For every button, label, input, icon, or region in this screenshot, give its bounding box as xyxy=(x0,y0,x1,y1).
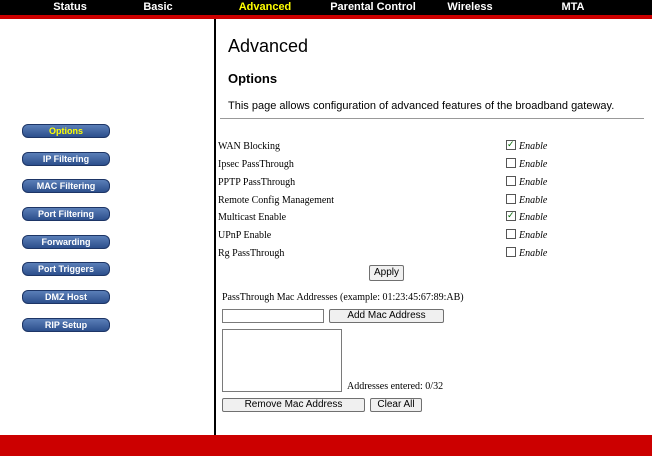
footer-red-stripe xyxy=(0,435,652,456)
option-upnp: Enable xyxy=(506,229,547,243)
sidebar-item-mac-filtering[interactable]: MAC Filtering xyxy=(22,179,110,193)
ipsec-passthrough-checkbox[interactable] xyxy=(506,158,516,168)
wan-blocking-checkbox[interactable] xyxy=(506,138,516,152)
passthrough-mac-label: PassThrough Mac Addresses (example: 01:2… xyxy=(222,292,464,303)
rg-passthrough-checkbox[interactable] xyxy=(506,247,516,257)
option-rg-passthrough: Enable xyxy=(506,247,547,261)
sidebar-item-rip-setup[interactable]: RIP Setup xyxy=(22,318,110,332)
option-remote-config: Enable xyxy=(506,194,547,208)
sidebar-item-port-filtering[interactable]: Port Filtering xyxy=(22,207,110,221)
section-title: Options xyxy=(228,71,278,86)
mac-address-list[interactable] xyxy=(222,329,342,392)
enable-label: Enable xyxy=(519,248,548,259)
option-label-wan-blocking: WAN Blocking xyxy=(218,141,280,152)
sidebar-item-forwarding[interactable]: Forwarding xyxy=(22,235,110,249)
vertical-divider xyxy=(214,19,216,435)
enable-label: Enable xyxy=(519,159,548,170)
sidebar-item-port-triggers[interactable]: Port Triggers xyxy=(22,262,110,276)
enable-label: Enable xyxy=(519,177,548,188)
page-description: This page allows configuration of advanc… xyxy=(228,100,615,112)
option-label-pptp-passthrough: PPTP PassThrough xyxy=(218,177,296,188)
tab-parental-control[interactable]: Parental Control xyxy=(318,0,428,15)
option-ipsec-passthrough: Enable xyxy=(506,158,547,172)
option-wan-blocking: Enable xyxy=(506,138,548,154)
clear-all-button[interactable]: Clear All xyxy=(370,398,422,412)
option-label-remote-config: Remote Config Management xyxy=(218,195,335,206)
add-mac-address-button[interactable]: Add Mac Address xyxy=(329,309,444,323)
tab-advanced[interactable]: Advanced xyxy=(228,0,302,15)
remove-mac-address-button[interactable]: Remove Mac Address xyxy=(222,398,365,412)
upnp-checkbox[interactable] xyxy=(506,229,516,239)
option-label-multicast: Multicast Enable xyxy=(218,212,287,223)
option-pptp-passthrough: Enable xyxy=(506,176,547,190)
remote-config-checkbox[interactable] xyxy=(506,194,516,204)
apply-button[interactable]: Apply xyxy=(369,265,404,281)
addresses-entered-count: Addresses entered: 0/32 xyxy=(347,381,444,392)
option-label-ipsec-passthrough: Ipsec PassThrough xyxy=(218,159,294,170)
tab-status[interactable]: Status xyxy=(42,0,98,15)
multicast-checkbox[interactable] xyxy=(506,209,516,223)
mac-address-input[interactable] xyxy=(222,309,324,323)
tab-basic[interactable]: Basic xyxy=(128,0,188,15)
header-red-stripe xyxy=(0,15,652,19)
enable-label: Enable xyxy=(519,141,548,152)
tab-mta[interactable]: MTA xyxy=(548,0,598,15)
enable-label: Enable xyxy=(519,195,548,206)
enable-label: Enable xyxy=(519,212,548,223)
top-nav-bar: Status Basic Advanced Parental Control W… xyxy=(0,0,652,15)
content-divider xyxy=(220,118,644,119)
pptp-passthrough-checkbox[interactable] xyxy=(506,176,516,186)
enable-label: Enable xyxy=(519,230,548,241)
sidebar-item-options[interactable]: Options xyxy=(22,124,110,138)
page-title: Advanced xyxy=(228,36,309,56)
option-label-rg-passthrough: Rg PassThrough xyxy=(218,248,285,259)
option-multicast: Enable xyxy=(506,209,548,225)
option-label-upnp: UPnP Enable xyxy=(218,230,272,241)
sidebar-item-dmz-host[interactable]: DMZ Host xyxy=(22,290,110,304)
tab-wireless[interactable]: Wireless xyxy=(438,0,502,15)
sidebar-item-ip-filtering[interactable]: IP Filtering xyxy=(22,152,110,166)
